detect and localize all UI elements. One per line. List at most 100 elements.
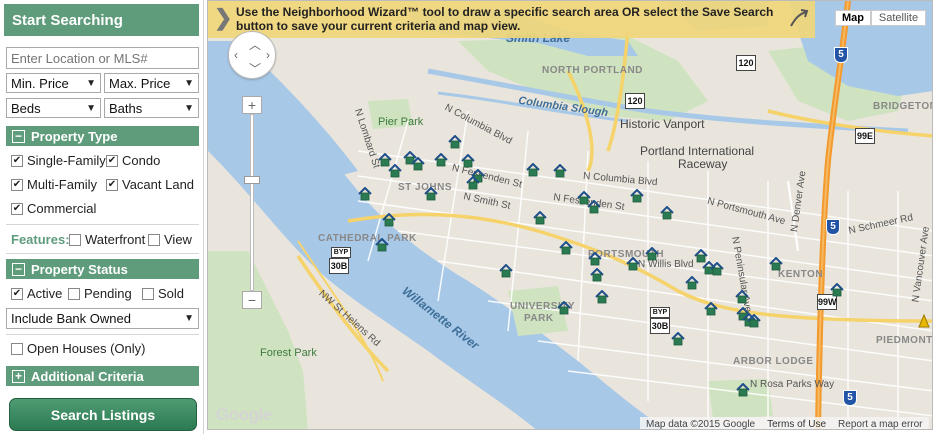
max-price-select[interactable]: Max. Price ▼ [104,73,199,93]
expand-icon[interactable]: + [12,369,25,383]
min-price-label: Min. Price [11,75,69,91]
house-marker-icon[interactable] [685,276,699,290]
checkbox-open-houses[interactable]: Open Houses (Only) [11,341,146,356]
terms-of-use-link[interactable]: Terms of Use [761,419,832,430]
checkbox-unchecked-icon[interactable] [142,287,154,300]
pan-up-icon[interactable]: ︿ [249,36,261,53]
checkbox-vacant-land[interactable]: ✔ Vacant Land [106,177,194,192]
house-marker-icon[interactable] [735,290,749,304]
label-park: PARK [524,313,554,324]
house-marker-icon[interactable] [769,257,783,271]
min-price-select[interactable]: Min. Price ▼ [6,73,101,93]
checkbox-sold[interactable]: Sold [142,286,184,301]
house-marker-icon[interactable] [533,211,547,225]
checkbox-single-family[interactable]: ✔ Single-Family [11,153,106,168]
checkbox-unchecked-icon[interactable] [148,233,160,246]
house-marker-icon[interactable] [660,206,674,220]
additional-criteria-header[interactable]: + Additional Criteria [6,366,199,386]
pan-control[interactable]: ︿ ‹ › ﹀ [228,31,276,79]
checkbox-view[interactable]: View [148,232,192,247]
checkbox-commercial[interactable]: ✔ Commercial [11,201,96,216]
house-marker-icon[interactable] [382,213,396,227]
beds-select[interactable]: Beds ▼ [6,98,101,118]
report-map-error-link[interactable]: Report a map error [832,419,928,430]
house-marker-icon[interactable] [358,187,372,201]
map-attribution: Map data ©2015 Google Terms of Use Repor… [640,417,929,430]
house-marker-icon[interactable] [448,135,462,149]
bank-owned-select[interactable]: Include Bank Owned ▼ [6,308,199,329]
house-marker-icon[interactable] [388,164,402,178]
house-marker-icon[interactable] [559,241,573,255]
house-marker-icon[interactable] [553,164,567,178]
collapse-icon[interactable]: − [12,129,25,143]
house-marker-icon[interactable] [630,189,644,203]
checkbox-unchecked-icon[interactable] [68,287,80,300]
zoom-track[interactable] [250,114,254,291]
checkbox-active[interactable]: ✔ Active [11,286,62,301]
house-marker-icon[interactable] [747,314,761,328]
house-marker-icon[interactable] [461,154,475,168]
checkbox-unchecked-icon[interactable] [69,233,81,246]
label-bridgeton: BRIDGETON [873,101,933,112]
house-marker-icon[interactable] [375,238,389,252]
house-marker-icon[interactable] [595,290,609,304]
search-listings-button[interactable]: Search Listings [9,398,197,431]
checkbox-checked-icon[interactable]: ✔ [11,154,23,167]
pan-down-icon[interactable]: ﹀ [249,60,261,77]
house-marker-icon[interactable] [526,163,540,177]
checkbox-pending[interactable]: Pending [68,286,132,301]
house-marker-icon[interactable] [434,153,448,167]
wizard-text-line2: button to save your current criteria and… [236,19,521,33]
house-marker-icon[interactable] [830,283,844,297]
checkbox-waterfront[interactable]: Waterfront [69,232,145,247]
chevron-right-icon[interactable]: ❯ [214,7,232,29]
pan-left-icon[interactable]: ‹ [234,48,238,62]
interstate-shield-5: 5 [834,47,848,63]
checkbox-checked-icon[interactable]: ✔ [11,202,23,215]
house-marker-icon[interactable] [588,252,602,266]
checkbox-checked-icon[interactable]: ✔ [106,154,118,167]
zoom-control[interactable]: + − [242,96,262,309]
map-type-satellite-button[interactable]: Satellite [871,10,926,26]
chevron-down-icon: ▼ [184,102,194,114]
house-marker-icon[interactable] [590,268,604,282]
checkbox-checked-icon[interactable]: ✔ [106,178,118,191]
checkbox-condo[interactable]: ✔ Condo [106,153,160,168]
house-marker-icon[interactable] [587,200,601,214]
house-marker-icon[interactable] [411,157,425,171]
checkbox-checked-icon[interactable]: ✔ [11,178,23,191]
checkbox-unchecked-icon[interactable] [11,342,23,355]
max-price-label: Max. Price [109,75,171,91]
property-type-header[interactable]: − Property Type [6,126,199,146]
zoom-out-button[interactable]: − [242,291,262,309]
collapse-icon[interactable]: − [12,262,25,276]
house-marker-icon[interactable] [710,262,724,276]
house-marker-icon[interactable] [645,247,659,261]
pegman-icon[interactable] [918,314,930,328]
house-marker-icon[interactable] [557,301,571,315]
divider [6,253,199,254]
map-type-map-button[interactable]: Map [835,10,871,26]
pan-right-icon[interactable]: › [266,48,270,62]
route-shield-byp: BYP [650,307,670,318]
house-marker-icon[interactable] [499,264,513,278]
checkbox-multi-family[interactable]: ✔ Multi-Family [11,177,97,192]
house-marker-icon[interactable] [424,187,438,201]
property-status-header[interactable]: − Property Status [6,259,199,279]
house-marker-icon[interactable] [671,332,685,346]
house-marker-icon[interactable] [736,383,750,397]
label-n-rosa-parks: N Rosa Parks Way [750,379,835,390]
checkbox-checked-icon[interactable]: ✔ [11,287,23,300]
zoom-in-button[interactable]: + [242,96,262,114]
sidebar-title: Start Searching [4,4,199,36]
map-view[interactable]: Smith Lake NORTH PORTLAND Columbia Sloug… [207,0,933,430]
house-marker-icon[interactable] [704,302,718,316]
location-search-input[interactable] [6,47,199,69]
house-marker-icon[interactable] [466,176,480,190]
zoom-slider-handle[interactable] [244,176,260,184]
house-marker-icon[interactable] [626,257,640,271]
baths-select[interactable]: Baths ▼ [104,98,199,118]
chevron-down-icon: ▼ [86,102,96,114]
route-shield-byp: BYP [331,247,351,258]
neighborhood-wizard-banner[interactable]: ❯ Use the Neighborhood Wizard™ tool to d… [208,1,815,38]
